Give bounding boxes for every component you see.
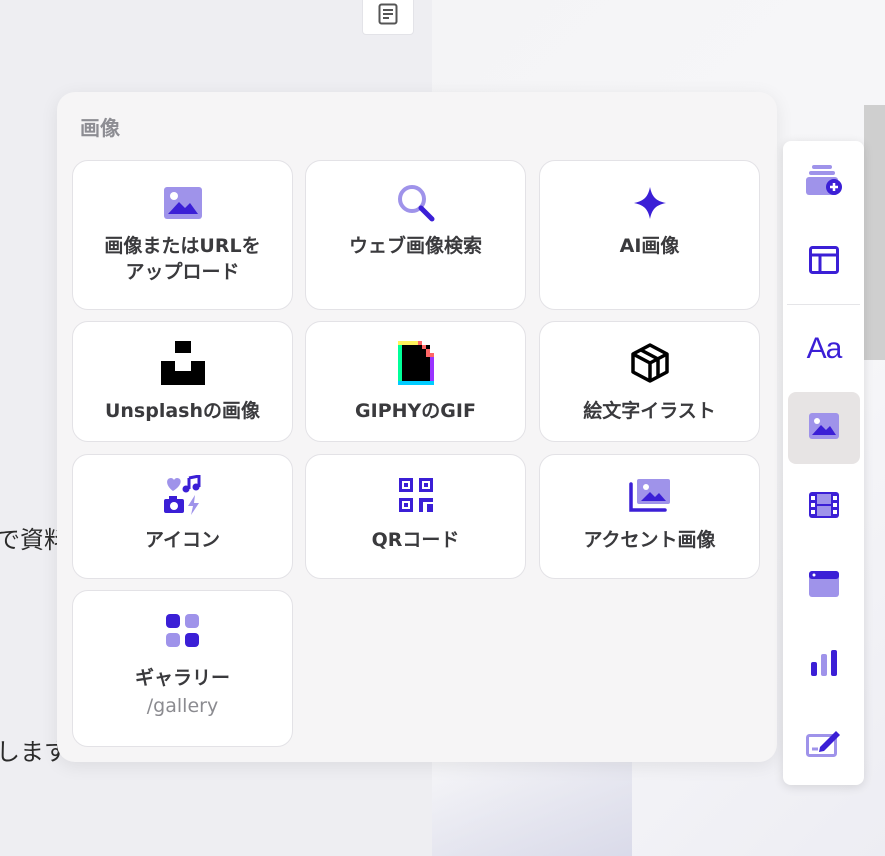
chart-button[interactable] [788, 629, 860, 701]
text-icon-label: Aa [806, 332, 843, 365]
unsplash-card[interactable]: Unsplashの画像 [72, 321, 293, 442]
search-icon [396, 183, 436, 223]
card-label: アイコン [144, 529, 221, 551]
emoji-illustration-card[interactable]: 絵文字イラスト [539, 321, 760, 442]
text-icon: Aa [806, 332, 843, 366]
image-icon [163, 183, 202, 223]
card-label: 画像またはURLを アップロード [104, 235, 261, 283]
embed-icon [809, 571, 839, 601]
image-icon [809, 413, 839, 443]
accent-image-card[interactable]: アクセント画像 [539, 454, 760, 579]
card-sublabel: /gallery [146, 695, 219, 717]
openpeeps-icon [629, 340, 671, 386]
card-label: QRコード [371, 529, 460, 551]
gallery-card[interactable]: ギャラリー /gallery [72, 590, 293, 747]
accent-image-icon [628, 475, 671, 515]
giphy-icon [397, 340, 434, 386]
ai-image-card[interactable]: AI画像 [539, 160, 760, 310]
card-label: GIPHYのGIF [355, 400, 476, 422]
panel-title: 画像 [80, 116, 120, 140]
card-label: ウェブ画像検索 [348, 235, 482, 257]
layout-button[interactable] [788, 226, 860, 298]
card-label: Unsplashの画像 [104, 400, 261, 422]
image-button[interactable] [788, 392, 860, 464]
qr-code-icon [398, 475, 433, 515]
text-button[interactable]: Aa [788, 313, 860, 385]
card-label: アクセント画像 [583, 529, 716, 551]
web-image-search-card[interactable]: ウェブ画像検索 [305, 160, 526, 310]
embed-button[interactable] [788, 550, 860, 622]
giphy-card[interactable]: GIPHYのGIF [305, 321, 526, 442]
right-toolbar: Aa [783, 141, 864, 785]
card-label: AI画像 [619, 235, 680, 257]
form-button[interactable] [788, 708, 860, 780]
unsplash-icon [160, 340, 205, 386]
icons-card[interactable]: アイコン [72, 454, 293, 579]
card-label: ギャラリー [134, 667, 230, 689]
scrollbar-thumb[interactable] [864, 105, 885, 360]
toolbar-divider [787, 304, 860, 305]
gallery-icon [165, 611, 200, 651]
image-insert-panel: 画像 画像またはURLを アップロード ウェブ画像検索 AI画像 Unsplas… [57, 92, 777, 762]
notes-button[interactable] [362, 0, 414, 35]
notes-icon [378, 3, 398, 29]
qr-code-card[interactable]: QRコード [305, 454, 526, 579]
add-card-button[interactable] [788, 146, 860, 218]
background-shape [432, 760, 632, 856]
add-card-icon [806, 165, 842, 199]
video-icon [809, 492, 839, 522]
icons-icon [163, 475, 203, 515]
form-icon [806, 727, 842, 761]
video-button[interactable] [788, 471, 860, 543]
upload-image-card[interactable]: 画像またはURLを アップロード [72, 160, 293, 310]
sparkle-icon [632, 183, 668, 223]
layout-icon [809, 246, 839, 278]
card-label: 絵文字イラスト [583, 400, 716, 422]
chart-icon [810, 650, 838, 680]
